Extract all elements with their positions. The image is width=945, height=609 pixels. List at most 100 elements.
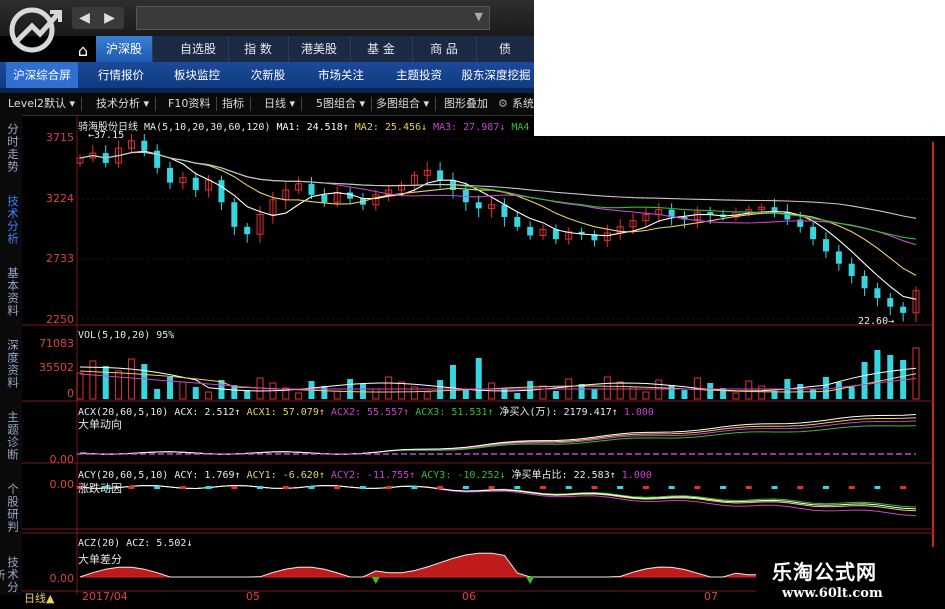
- candle-body-down: [835, 251, 842, 264]
- acy-subtitle: 涨跌动因: [78, 482, 122, 495]
- ma-label: MA(5,10,20,30,60,120): [144, 122, 271, 133]
- volume-bar-down: [848, 387, 855, 399]
- acy-bar: [411, 486, 418, 489]
- acz-down-marker: [526, 577, 535, 584]
- acy-bar: [282, 486, 289, 489]
- volume-bar-down: [810, 389, 817, 399]
- daily-dropdown[interactable]: 日线 ▾: [264, 95, 303, 113]
- acy-bar: [565, 486, 572, 489]
- net-buy-ratio: 净买单占比: 22.583↑: [511, 470, 616, 481]
- volume-bar-up: [127, 358, 135, 400]
- x-tick: 07: [704, 590, 718, 603]
- chart-area[interactable]: [0, 115, 945, 609]
- x-tick: 2017/04: [82, 590, 128, 603]
- toolbar-label: Level2默认 ▾: [8, 97, 76, 110]
- volume-bar-up: [912, 347, 920, 400]
- system-button[interactable]: 系统: [512, 95, 534, 113]
- y-tick-price: 3224: [46, 192, 74, 205]
- y-tick-price: 2250: [46, 313, 74, 326]
- f10-info-button[interactable]: F10资料: [168, 95, 218, 113]
- toolbar-label: 多图组合 ▾: [376, 97, 430, 110]
- acy-bar: [514, 486, 521, 489]
- forward-button[interactable]: ▶: [97, 7, 122, 29]
- low-price-marker: 22.60→: [858, 316, 895, 327]
- ma-line: [79, 151, 917, 276]
- subtab-shareholder-mining[interactable]: 股东深度挖掘: [456, 62, 534, 88]
- x-tick: 06: [462, 590, 476, 603]
- subtab-theme-invest[interactable]: 主题投资: [384, 62, 454, 88]
- acy-bar: [462, 486, 469, 489]
- tech-analysis-dropdown[interactable]: 技术分析 ▾: [96, 95, 157, 113]
- candle-body-down: [501, 204, 508, 218]
- acy3-value: ACY3: -10.252↓: [421, 470, 506, 481]
- subtab-market-focus[interactable]: 市场关注: [306, 62, 376, 88]
- acx-panel-title: ACX(20,60,5,10) ACX: 2.512↑ ACX1: 57.079…: [78, 403, 654, 418]
- y-tick-acz: 0.00: [49, 572, 75, 585]
- tab-bonds[interactable]: 债: [476, 36, 534, 62]
- acy-bar: [179, 486, 186, 489]
- volume-bar-down: [501, 388, 508, 399]
- level2-default-dropdown[interactable]: Level2默认 ▾: [8, 95, 83, 113]
- volume-bar-up: [205, 391, 213, 400]
- chevron-down-icon[interactable]: ▼: [475, 10, 483, 23]
- volume-bar-down: [167, 377, 174, 399]
- back-button[interactable]: ◀: [72, 7, 97, 29]
- y-tick-price: 3715: [46, 131, 74, 144]
- overlay-button[interactable]: 图形叠加: [444, 95, 488, 113]
- tab-sh-sz-stocks[interactable]: 沪深股: [96, 36, 153, 62]
- indicator-button[interactable]: 指标: [222, 95, 251, 113]
- tab-watchlist[interactable]: 自选股: [168, 36, 229, 62]
- volume-bar-down: [154, 389, 161, 399]
- candle-body-down: [244, 226, 251, 235]
- subtab-new-stocks[interactable]: 次新股: [236, 62, 300, 88]
- y-tick-volume: 0: [67, 387, 74, 400]
- app-logo-icon: [9, 7, 62, 53]
- volume-bar-down: [552, 391, 559, 399]
- acy-bar: [437, 486, 444, 489]
- tab-index[interactable]: 指 数: [228, 36, 289, 62]
- candle-body-down: [308, 183, 315, 195]
- watermark-title: 乐淘公式网: [772, 560, 877, 584]
- acy-bar: [694, 486, 701, 489]
- search-input[interactable]: ▼: [136, 6, 490, 30]
- volume-panel-title: VOL(5,10,20) 95%: [78, 330, 175, 341]
- acy-bar: [257, 486, 264, 489]
- tab-hk-us-stocks[interactable]: 港美股: [288, 36, 351, 62]
- acy-bar: [205, 486, 212, 489]
- tab-funds[interactable]: 基 金: [350, 36, 413, 62]
- tab-commodities[interactable]: 商 品: [412, 36, 477, 62]
- sub-tabs: 沪深综合屏 行情报价 板块监控 次新股 市场关注 主题投资 股东深度挖掘: [0, 62, 534, 88]
- acy-bar: [822, 486, 829, 489]
- toolbar-label: 技术分析 ▾: [96, 97, 150, 110]
- five-chart-combo-dropdown[interactable]: 5图组合 ▾: [316, 95, 373, 113]
- multi-chart-combo-dropdown[interactable]: 多图组合 ▾: [376, 95, 437, 113]
- acy-bar: [308, 486, 315, 489]
- acy-bar: [488, 486, 495, 489]
- acx2-value: ACX2: 55.557↑: [330, 407, 410, 418]
- toolbar-label: 系统: [512, 97, 534, 110]
- subtab-composite[interactable]: 沪深综合屏: [6, 62, 78, 88]
- candle-body-down: [822, 239, 829, 252]
- home-icon[interactable]: ⌂: [72, 40, 94, 62]
- ma4-value: MA4: [511, 122, 530, 133]
- ma3-value: MA3: 27.987↓: [433, 122, 506, 133]
- settings-icon[interactable]: ⚙: [498, 95, 508, 113]
- toolbar-label: 指标: [222, 97, 244, 110]
- subtab-quotes[interactable]: 行情报价: [86, 62, 156, 88]
- y-tick-acx: 0.00: [49, 453, 75, 466]
- y-tick-volume: 71083: [39, 337, 74, 350]
- candlestick-chart[interactable]: [0, 115, 945, 609]
- acy-bar: [231, 486, 238, 489]
- acy-bar: [797, 486, 804, 489]
- toolbar-label: F10资料: [168, 97, 211, 110]
- candle-body-down: [192, 177, 199, 190]
- volume-bar-up: [642, 391, 650, 400]
- acy-bar: [617, 486, 624, 489]
- volume-bar-down: [102, 366, 109, 399]
- acy-bar: [745, 486, 752, 489]
- subtab-sector-monitor[interactable]: 板块监控: [162, 62, 232, 88]
- period-label[interactable]: 日线▲: [24, 590, 54, 606]
- volume-bar-down: [591, 389, 598, 399]
- volume-bar-down: [475, 358, 482, 399]
- acz-panel-title: ACZ(20) ACZ: 5.502↓: [78, 538, 193, 549]
